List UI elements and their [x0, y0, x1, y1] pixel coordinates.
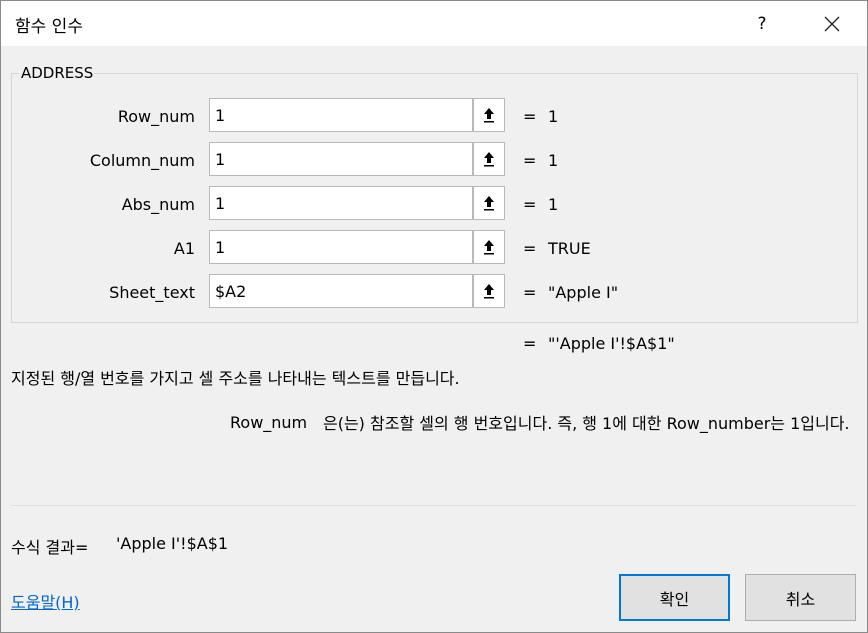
ok-button[interactable]: 확인: [619, 574, 730, 621]
title-bar: 함수 인수 ?: [1, 1, 867, 46]
equals-sign: =: [523, 239, 537, 258]
arg-label-column-num: Column_num: [89, 151, 195, 170]
sheet-text-input[interactable]: [209, 274, 473, 308]
equals-sign: =: [523, 334, 537, 353]
abs-num-input[interactable]: [209, 186, 473, 220]
arg-label-abs-num: Abs_num: [121, 195, 195, 214]
collapse-dialog-icon: [484, 196, 494, 211]
equals-sign: =: [523, 195, 537, 214]
close-icon: [824, 16, 840, 31]
dialog-title: 함수 인수: [15, 17, 83, 37]
function-arguments-dialog: 함수 인수 ? ADDRESS Row_num = 1 Column_num =…: [0, 0, 868, 633]
column-num-ref-button[interactable]: [473, 142, 505, 176]
arg-label-sheet-text: Sheet_text: [109, 283, 195, 302]
overall-result: "'Apple I'!$A$1": [548, 334, 675, 353]
abs-num-result: 1: [548, 195, 559, 214]
help-label: ?: [757, 13, 767, 34]
collapse-dialog-icon: [484, 152, 494, 167]
row-num-ref-button[interactable]: [473, 98, 505, 132]
arg-label-row-num: Row_num: [117, 107, 195, 126]
function-description: 지정된 행/열 번호를 가지고 셀 주소를 나타내는 텍스트를 만듭니다.: [11, 369, 460, 388]
collapse-dialog-icon: [484, 108, 494, 123]
argument-help-text: 은(는) 참조할 셀의 행 번호입니다. 즉, 행 1에 대한 Row_numb…: [323, 414, 850, 433]
abs-num-ref-button[interactable]: [473, 186, 505, 220]
a1-result: TRUE: [548, 239, 591, 258]
a1-input[interactable]: [209, 230, 473, 264]
sheet-text-result: "Apple I": [548, 283, 619, 302]
close-button[interactable]: [809, 1, 855, 46]
column-num-input[interactable]: [209, 142, 473, 176]
equals-sign: =: [523, 151, 537, 170]
column-num-result: 1: [548, 151, 559, 170]
formula-result-value: 'Apple I'!$A$1: [116, 534, 229, 553]
formula-result-label: 수식 결과=: [11, 538, 89, 557]
arg-label-a1: A1: [173, 239, 195, 258]
collapse-dialog-icon: [484, 240, 494, 255]
separator: [11, 505, 856, 506]
row-num-result: 1: [548, 107, 559, 126]
cancel-button[interactable]: 취소: [745, 574, 856, 621]
collapse-dialog-icon: [484, 284, 494, 299]
function-name: ADDRESS: [19, 64, 96, 82]
equals-sign: =: [523, 283, 537, 302]
a1-ref-button[interactable]: [473, 230, 505, 264]
argument-help-name: Row_num: [230, 413, 308, 432]
help-button[interactable]: ?: [739, 1, 785, 46]
help-link[interactable]: 도움말(H): [11, 589, 80, 613]
sheet-text-ref-button[interactable]: [473, 274, 505, 308]
row-num-input[interactable]: [209, 98, 473, 132]
equals-sign: =: [523, 107, 537, 126]
